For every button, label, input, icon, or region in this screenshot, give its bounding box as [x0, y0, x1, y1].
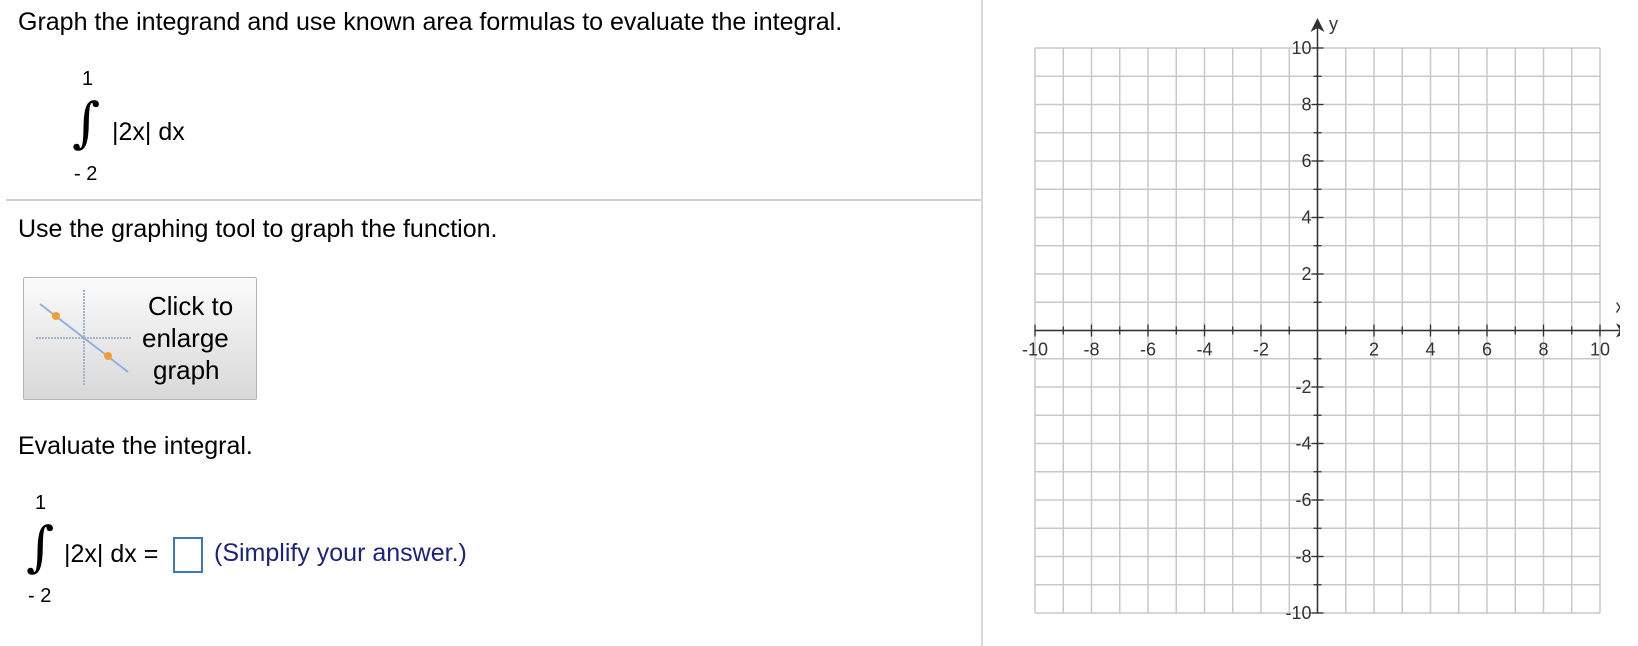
y-tick-label: 8: [1301, 95, 1311, 115]
section-divider: [6, 199, 981, 201]
x-axis-label: x: [1616, 297, 1621, 317]
y-tick-label: 10: [1291, 38, 1311, 58]
y-tick-label: 6: [1301, 151, 1311, 171]
simplify-hint: (Simplify your answer.): [214, 539, 467, 567]
integral-expression: |2x| dx: [112, 118, 185, 146]
answer-input[interactable]: [173, 537, 203, 573]
coordinate-graph[interactable]: -10 -8 -6 -4 -2 2 4 6 8 10 10 8 6 4 2 -2 -4 -6 -8 -10 x y: [1010, 14, 1620, 634]
question-title: Graph the integrand and use known area f…: [18, 8, 843, 36]
enlarge-graph-label: Click to enlarge graph: [142, 290, 282, 386]
panel-divider: [981, 0, 983, 646]
y-tick-label: -10: [1285, 603, 1311, 623]
x-tick-label: 4: [1425, 340, 1435, 360]
y-tick-label: -6: [1295, 490, 1311, 510]
answer-integral-sign: ∫: [26, 515, 55, 578]
answer-integral-lower-limit: - 2: [28, 585, 52, 607]
enlarge-graph-button[interactable]: Click to enlarge graph: [23, 277, 257, 400]
x-tick-label: -10: [1022, 340, 1048, 360]
x-tick-label: -2: [1253, 340, 1269, 360]
x-tick-label: 2: [1369, 340, 1379, 360]
enlarge-label-line3: graph: [153, 355, 220, 385]
x-tick-label: -6: [1140, 340, 1156, 360]
y-tick-label: -2: [1295, 377, 1311, 397]
question-panel: Graph the integrand and use known area f…: [0, 0, 981, 646]
integral-upper-limit: 1: [82, 68, 94, 90]
answer-integral-upper-limit: 1: [35, 492, 47, 514]
integral-sign: ∫: [72, 91, 101, 154]
graph-instruction: Use the graphing tool to graph the funct…: [18, 215, 498, 243]
graph-thumbnail-icon: [36, 290, 132, 386]
y-tick-label: -8: [1295, 547, 1311, 567]
answer-integral-expression: |2x| dx =: [64, 540, 159, 568]
x-tick-label: 10: [1590, 340, 1610, 360]
y-tick-label: 4: [1301, 208, 1311, 228]
enlarge-label-line1: Click to: [148, 291, 234, 321]
evaluate-label: Evaluate the integral.: [18, 432, 253, 460]
x-tick-label: 6: [1482, 340, 1492, 360]
y-tick-label: -4: [1295, 434, 1311, 454]
x-tick-label: 8: [1538, 340, 1548, 360]
x-tick-label: -8: [1083, 340, 1099, 360]
y-tick-label: 2: [1301, 264, 1311, 284]
enlarge-label-line2: enlarge: [142, 323, 229, 353]
y-axis-label: y: [1329, 14, 1338, 34]
x-tick-label: -4: [1196, 340, 1212, 360]
integral-lower-limit: - 2: [74, 163, 98, 185]
